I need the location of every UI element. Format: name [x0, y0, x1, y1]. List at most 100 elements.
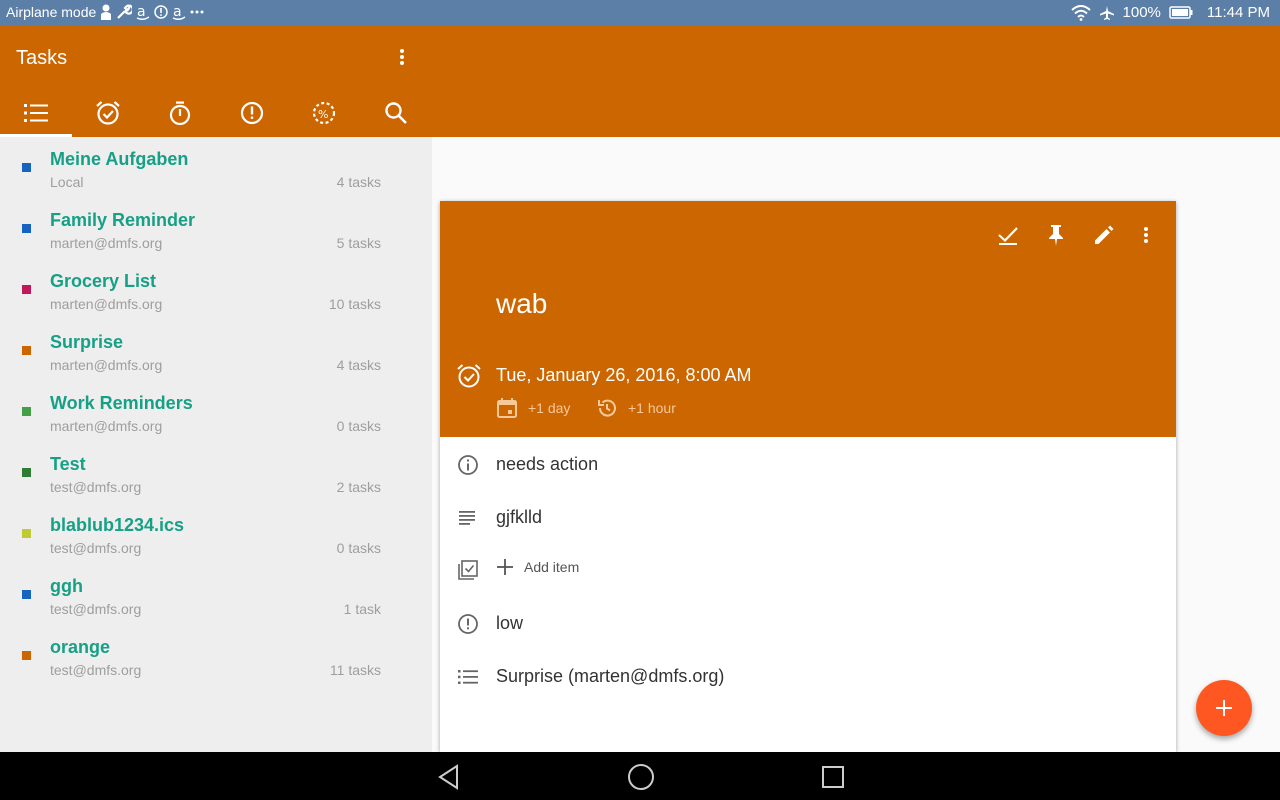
alarm-check-icon — [457, 364, 481, 388]
description-row[interactable]: gjfklld — [440, 498, 1176, 538]
list-count: 4 tasks — [336, 174, 381, 190]
add-item-button[interactable]: Add item — [496, 558, 579, 576]
tab-lists[interactable] — [0, 89, 72, 137]
navigation-bar — [0, 752, 1280, 800]
tab-search[interactable] — [360, 89, 432, 137]
add-day-button[interactable]: +1 day — [496, 397, 570, 419]
list-count: 0 tasks — [336, 540, 381, 556]
list-color-indicator — [22, 651, 31, 660]
list-color-indicator — [22, 346, 31, 355]
list-count: 5 tasks — [336, 235, 381, 251]
tab-priority[interactable] — [216, 89, 288, 137]
pin-icon — [1049, 225, 1063, 246]
list-color-indicator — [22, 285, 31, 294]
amazon-icon: a — [172, 4, 186, 20]
list-count: 0 tasks — [336, 418, 381, 434]
list-account: Local — [50, 174, 84, 190]
tab-due[interactable] — [72, 89, 144, 137]
checklist-icon — [458, 560, 478, 580]
list-item[interactable]: blablub1234.ics test@dmfs.org 0 tasks — [0, 503, 432, 564]
list-row[interactable]: Surprise (marten@dmfs.org) — [440, 657, 1176, 697]
list-color-indicator — [22, 529, 31, 538]
airplane-mode-label: Airplane mode — [6, 4, 97, 20]
clock: 11:44 PM — [1206, 4, 1270, 21]
tab-start[interactable] — [144, 89, 216, 137]
status-row[interactable]: needs action — [440, 445, 1176, 485]
list-item[interactable]: orange test@dmfs.org 11 tasks — [0, 625, 432, 686]
airplane-icon — [1099, 5, 1114, 20]
list-count: 1 task — [343, 601, 381, 617]
svg-text:a: a — [173, 4, 182, 20]
battery-percent: 100% — [1122, 4, 1161, 21]
list-icon — [458, 670, 478, 684]
search-icon — [385, 102, 407, 124]
list-account: test@dmfs.org — [50, 601, 142, 617]
pin-button[interactable] — [1042, 221, 1070, 249]
more-vert-icon — [400, 49, 404, 65]
list-count: 4 tasks — [336, 357, 381, 373]
alert-icon — [154, 5, 169, 19]
list-color-indicator — [22, 468, 31, 477]
list-name: Test — [50, 454, 86, 474]
priority-row[interactable]: low — [440, 604, 1176, 644]
description-text: gjfklld — [496, 507, 543, 527]
list-name: blablub1234.ics — [50, 515, 185, 535]
task-title: wab — [496, 288, 548, 319]
list-name: orange — [50, 637, 111, 657]
task-detail-card: wab Tue, January 26, 2016, 8:00 AM +1 da… — [440, 201, 1176, 752]
list-item[interactable]: Grocery List marten@dmfs.org 10 tasks — [0, 259, 432, 320]
alarm-icon — [96, 101, 120, 125]
list-color-indicator — [22, 224, 31, 233]
recents-button[interactable] — [818, 762, 848, 792]
person-icon — [101, 4, 112, 20]
edit-button[interactable] — [1090, 221, 1118, 249]
add-task-button[interactable] — [1196, 680, 1252, 736]
list-name: ggh — [50, 576, 83, 596]
list-text: Surprise (marten@dmfs.org) — [496, 666, 725, 686]
overflow-menu-button[interactable] — [392, 45, 412, 69]
due-date: Tue, January 26, 2016, 8:00 AM — [496, 365, 752, 385]
list-item[interactable]: Test test@dmfs.org 2 tasks — [0, 442, 432, 503]
list-item[interactable]: Surprise marten@dmfs.org 4 tasks — [0, 320, 432, 381]
priority-text: low — [496, 613, 524, 633]
recents-icon — [822, 766, 844, 788]
complete-button[interactable] — [994, 221, 1022, 249]
more-vert-icon — [1144, 227, 1148, 243]
list-icon — [24, 104, 48, 122]
battery-icon — [1169, 6, 1193, 19]
more-dots-icon — [190, 10, 204, 14]
list-color-indicator — [22, 590, 31, 599]
home-button[interactable] — [626, 762, 656, 792]
detail-overflow-button[interactable] — [1132, 221, 1160, 249]
list-item[interactable]: Work Reminders marten@dmfs.org 0 tasks — [0, 381, 432, 442]
app-title: Tasks — [16, 47, 68, 69]
task-detail-header: wab Tue, January 26, 2016, 8:00 AM +1 da… — [440, 201, 1176, 437]
list-item[interactable]: ggh test@dmfs.org 1 task — [0, 564, 432, 625]
list-count: 2 tasks — [336, 479, 381, 495]
plus-icon — [497, 559, 513, 575]
priority-icon — [240, 101, 264, 125]
pencil-icon — [1095, 225, 1114, 244]
timer-icon — [169, 101, 191, 126]
list-account: test@dmfs.org — [50, 540, 142, 556]
list-account: marten@dmfs.org — [50, 418, 163, 434]
back-button[interactable] — [434, 762, 464, 792]
info-icon — [458, 455, 478, 475]
list-account: test@dmfs.org — [50, 662, 142, 678]
add-day-label: +1 day — [528, 400, 571, 416]
add-hour-button[interactable]: +1 hour — [596, 397, 676, 419]
svg-text:%: % — [318, 108, 328, 121]
back-icon — [438, 764, 458, 790]
filter-tabs: % — [0, 89, 432, 137]
add-item-label: Add item — [524, 559, 580, 575]
calendar-icon — [497, 398, 517, 418]
list-name: Work Reminders — [50, 393, 193, 413]
tab-progress[interactable]: % — [288, 89, 360, 137]
list-item[interactable]: Family Reminder marten@dmfs.org 5 tasks — [0, 198, 432, 259]
priority-icon — [458, 614, 478, 634]
wifi-icon — [1070, 4, 1091, 21]
list-item[interactable]: Meine Aufgaben Local 4 tasks — [0, 137, 432, 198]
list-count: 10 tasks — [328, 296, 381, 312]
checklist-row: Add item — [440, 550, 1176, 590]
list-name: Meine Aufgaben — [50, 149, 189, 169]
